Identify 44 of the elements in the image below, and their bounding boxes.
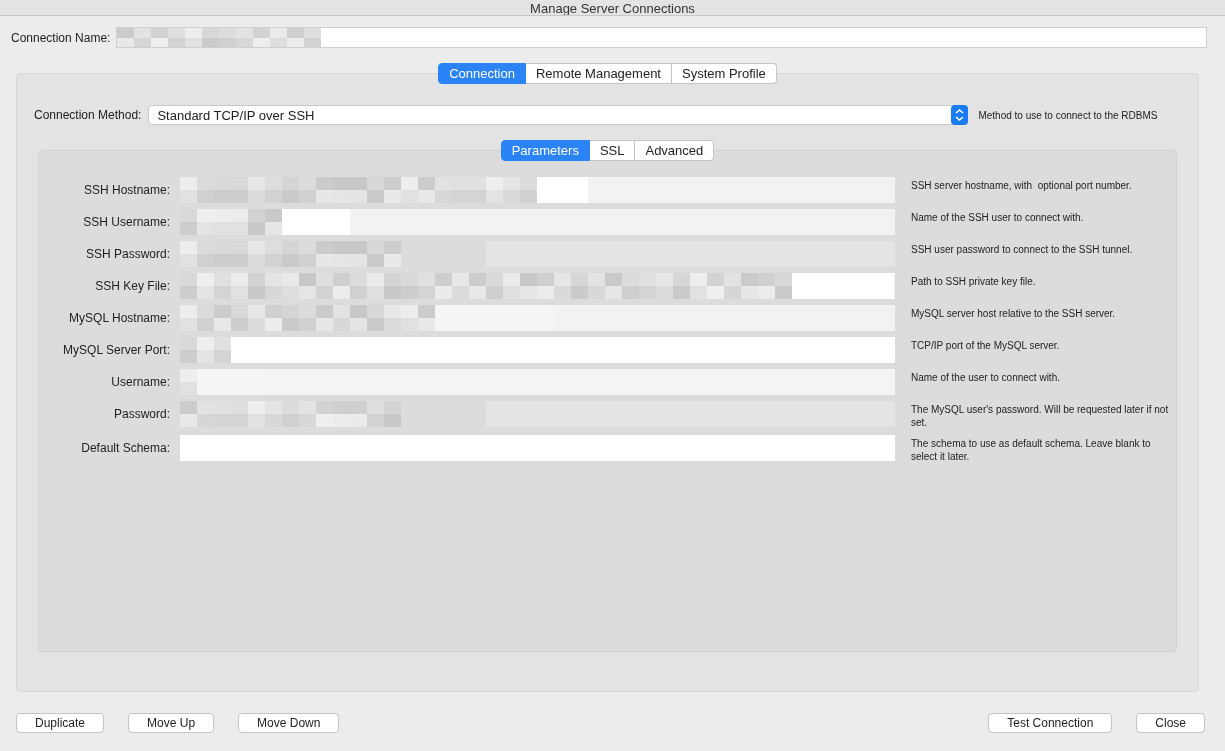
hint-text: TCP/IP port of the MySQL server. (910, 339, 1061, 352)
tab[interactable]: Advanced (635, 140, 715, 161)
action-button[interactable]: Move Up (128, 713, 215, 733)
hint-text: The schema to use as default schema. Leave blank to select it later. (910, 437, 1152, 463)
hint-text: Name of the SSH user to connect with. (910, 211, 1085, 224)
window-title: Manage Server Connections (530, 2, 695, 15)
field-label: Password: (112, 406, 170, 421)
tab[interactable]: SSL (589, 140, 636, 161)
field-label: MySQL Hostname: (68, 310, 170, 325)
action-button[interactable]: Duplicate (16, 713, 105, 733)
hint-text: Name of the user to connect with. (910, 371, 1061, 384)
field-label: SSH Password: (84, 246, 170, 261)
tab[interactable]: Parameters (500, 140, 590, 161)
field-label: Default Schema: (80, 440, 170, 455)
field-label: MySQL Server Port: (62, 342, 170, 357)
input-field[interactable] (180, 241, 895, 267)
action-button[interactable]: Move Down (238, 713, 340, 733)
input-field[interactable] (180, 305, 895, 331)
tab[interactable]: Remote Management (525, 63, 672, 84)
input-field[interactable] (180, 337, 895, 363)
hint-text: SSH user password to connect to the SSH tunnel. (910, 243, 1134, 256)
chevron-icon (951, 105, 969, 125)
input-field[interactable] (180, 209, 895, 235)
field-label: Connection Name: (11, 30, 111, 45)
action-button[interactable]: Close (1136, 713, 1205, 733)
input-field[interactable] (180, 177, 895, 203)
hint-text: Path to SSH private key file. (910, 275, 1037, 288)
action-button[interactable]: Test Connection (988, 713, 1113, 733)
method-dropdown[interactable]: Standard TCP/IP over SSH (148, 105, 969, 125)
input-field[interactable] (116, 27, 1207, 48)
field-label: Username: (110, 374, 170, 389)
input-field[interactable] (180, 401, 895, 427)
field-label: SSH Hostname: (82, 182, 170, 197)
input-field[interactable] (180, 273, 895, 299)
tab[interactable]: System Profile (672, 63, 777, 84)
hint-text: The MySQL user's password. Will be requested later if not set. (910, 403, 1170, 429)
field-label: SSH Key File: (94, 278, 170, 293)
field-label: Connection Method: (34, 108, 142, 122)
hint-text: SSH server hostname, with optional port number. (910, 179, 1133, 192)
hint-text: Method to use to connect to the RDBMS (978, 109, 1158, 121)
field-label: SSH Username: (82, 214, 170, 229)
hint-text: MySQL server host relative to the SSH server. (910, 307, 1117, 320)
input-field[interactable] (180, 369, 895, 395)
tab[interactable]: Connection (438, 63, 526, 84)
